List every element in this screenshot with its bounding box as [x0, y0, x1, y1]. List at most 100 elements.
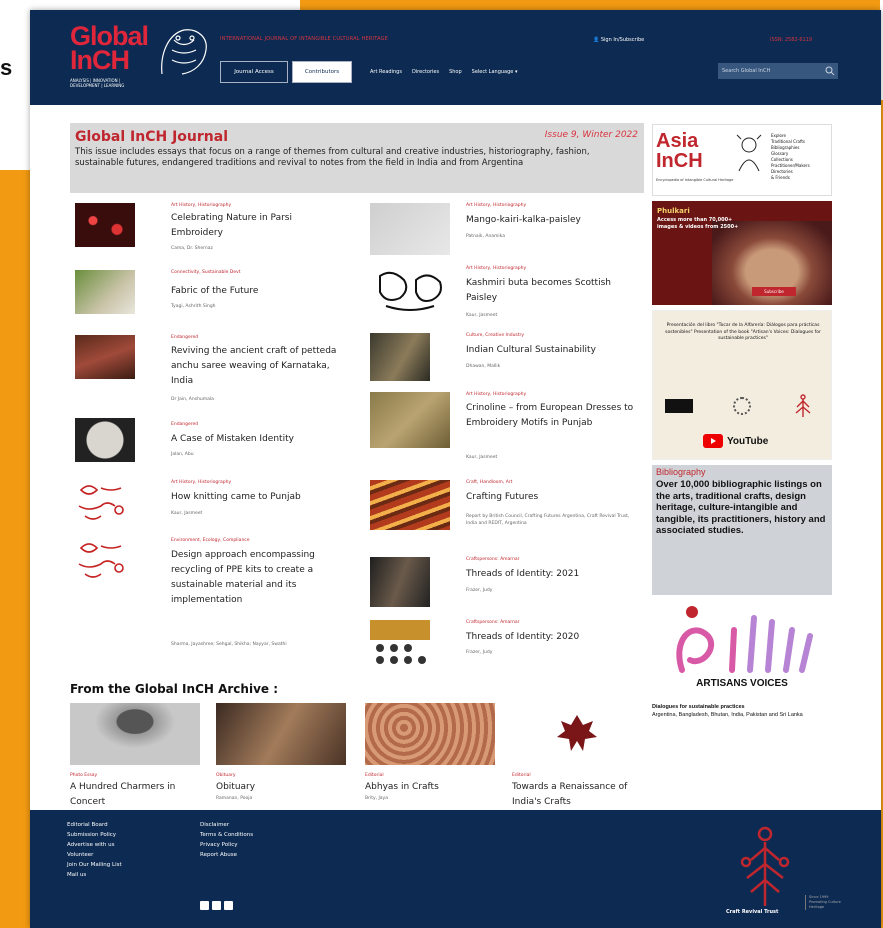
article-thumbnail[interactable]: [370, 620, 430, 668]
article-title[interactable]: Crinoline – from European Dresses to Emb…: [466, 401, 636, 431]
craft-revival-trust-label: Craft Revival Trust: [726, 909, 779, 915]
archive-thumbnail[interactable]: [70, 703, 200, 765]
footer-link[interactable]: Editorial Board: [67, 820, 122, 830]
artisans-voices-ad[interactable]: ARTISANS VOICES Dialogues for sustainabl…: [652, 600, 832, 740]
article-category[interactable]: Environment, Ecology, Compliance: [171, 538, 250, 543]
archive-title[interactable]: A Hundred Charmers in Concert: [70, 780, 200, 810]
issue-label: Issue 9, Winter 2022: [544, 130, 638, 140]
article-category[interactable]: Craft, Handloom, Art: [466, 480, 512, 485]
asiainch-tagline: Encyclopedia of Intangible Cultural Heri…: [656, 178, 734, 182]
logo-line2: InCH: [70, 45, 130, 75]
article-author: Dhawan, Mallik: [466, 364, 501, 369]
twitter-icon[interactable]: [212, 901, 221, 910]
article-title[interactable]: How knitting came to Punjab: [171, 490, 341, 505]
footer-link[interactable]: Submission Policy: [67, 830, 122, 840]
article-thumbnail[interactable]: [75, 335, 135, 379]
article-category[interactable]: Art History, Historiography: [466, 266, 526, 271]
instagram-icon[interactable]: [224, 901, 233, 910]
article-category[interactable]: Culture, Creative Industry: [466, 333, 524, 338]
article-author: Patnaik, Anamika: [466, 234, 505, 239]
subscribe-button[interactable]: Subscribe: [752, 287, 796, 296]
article-category[interactable]: Art History, Historiography: [171, 203, 231, 208]
article-title[interactable]: Indian Cultural Sustainability: [466, 343, 636, 358]
journal-banner: Global InCH Journal Issue 9, Winter 2022…: [70, 123, 644, 193]
footer-link[interactable]: Terms & Conditions: [200, 830, 253, 840]
archive-thumbnail[interactable]: [365, 703, 495, 765]
article-author: Kaur, Jasmeet: [171, 511, 203, 516]
article-thumbnail[interactable]: [370, 392, 450, 448]
journal-title[interactable]: Global InCH Journal: [75, 129, 228, 145]
archive-title[interactable]: Abhyas in Crafts: [365, 780, 495, 795]
article-category[interactable]: Art History, Historiography: [466, 392, 526, 397]
archive-category[interactable]: Obituary: [216, 773, 236, 778]
signin-link[interactable]: 👤 Sign In/Subscribe: [593, 37, 644, 43]
article-category[interactable]: Art History, Historiography: [466, 203, 526, 208]
article-category[interactable]: Endangered: [171, 335, 198, 340]
article-thumbnail[interactable]: [370, 203, 450, 255]
search-icon[interactable]: [825, 66, 835, 76]
journal-access-button[interactable]: Journal Access: [220, 61, 288, 83]
footer-link[interactable]: Privacy Policy: [200, 840, 253, 850]
tiger-logo-icon: [161, 29, 207, 75]
phulkari-ad[interactable]: Phulkari Access more than 70,000+ images…: [652, 201, 832, 305]
site-logo[interactable]: Global InCH: [70, 23, 149, 75]
footer-link[interactable]: Advertise with us: [67, 840, 122, 850]
footer-link[interactable]: Report Abuse: [200, 850, 253, 860]
article-title[interactable]: Design approach encompassing recycling o…: [171, 548, 341, 608]
article-author: Jalan, Abu: [171, 452, 194, 457]
archive-category[interactable]: Editorial: [365, 773, 384, 778]
article-title[interactable]: Kashmiri buta becomes Scottish Paisley: [466, 276, 636, 306]
contributors-button[interactable]: Contributors: [292, 61, 352, 83]
footer-link[interactable]: Disclaimer: [200, 820, 253, 830]
article-title[interactable]: Threads of Identity: 2021: [466, 567, 636, 582]
article-category[interactable]: Craftspersons: Amarnar: [466, 557, 520, 562]
facebook-icon[interactable]: [200, 901, 209, 910]
article-title[interactable]: Mango-kairi-kalka-paisley: [466, 213, 636, 228]
article-title[interactable]: Fabric of the Future: [171, 284, 341, 299]
footer-link[interactable]: Mail us: [67, 870, 122, 880]
social-links: [200, 901, 233, 910]
footer-link[interactable]: Volunteer: [67, 850, 122, 860]
footer-link[interactable]: Join Our Mailing List: [67, 860, 122, 870]
archive-title[interactable]: Obituary: [216, 780, 346, 795]
archive-thumbnail[interactable]: [216, 703, 346, 765]
article-title[interactable]: Crafting Futures: [466, 490, 636, 505]
search-input[interactable]: Search Global InCH: [718, 63, 838, 79]
figure-illustration-icon: [736, 134, 762, 172]
archive-category[interactable]: Photo Essay: [70, 773, 97, 778]
archive-thumbnail[interactable]: [512, 703, 642, 765]
nav-shop[interactable]: Shop: [449, 69, 462, 75]
logo-subtitle: ANALYSIS | INNOVATION | DEVELOPMENT | LE…: [70, 78, 125, 88]
asiainch-banner[interactable]: Asia InCH Encyclopedia of Intangible Cul…: [652, 124, 832, 196]
article-category[interactable]: Endangered: [171, 422, 198, 427]
youtube-link[interactable]: YouTube: [703, 433, 783, 449]
article-thumbnail[interactable]: [75, 538, 135, 582]
article-title[interactable]: A Case of Mistaken Identity: [171, 432, 341, 447]
article-thumbnail[interactable]: [370, 266, 450, 318]
nav-select-language[interactable]: Select Language ▾: [472, 69, 518, 75]
nav-directories[interactable]: Directories: [412, 69, 439, 75]
article-title[interactable]: Celebrating Nature in Parsi Embroidery: [171, 211, 341, 241]
article-thumbnail[interactable]: [75, 270, 135, 314]
article-thumbnail[interactable]: [370, 333, 430, 381]
article-thumbnail[interactable]: [75, 418, 135, 462]
article-category[interactable]: Art History, Historiography: [171, 480, 231, 485]
artisans-voices-countries: Argentina, Bangladesh, Bhutan, India, Pa…: [652, 712, 803, 718]
article-category[interactable]: Connectivity, Sustainable Devt: [171, 270, 240, 275]
article-thumbnail[interactable]: [75, 480, 135, 524]
article-thumbnail[interactable]: [370, 480, 450, 530]
article-author: Kaur, Jasmeet: [466, 455, 498, 460]
article-title[interactable]: Reviving the ancient craft of petteda an…: [171, 344, 341, 389]
bibliography-box[interactable]: Bibliography Over 10,000 bibliographic l…: [652, 465, 832, 595]
asia-list-item: & Friends: [771, 175, 790, 180]
article-thumbnail[interactable]: [370, 557, 430, 607]
article-author: Cama, Dr. Shernaz: [171, 246, 213, 251]
article-thumbnail[interactable]: [75, 203, 135, 247]
article-title[interactable]: Threads of Identity: 2020: [466, 630, 636, 645]
article-category[interactable]: Craftspersons: Amarnar: [466, 620, 520, 625]
craft-revival-trust-logo[interactable]: [730, 822, 800, 912]
book-presentation-ad[interactable]: Presentación del libro "Tocar de la Alfa…: [652, 310, 832, 460]
archive-title[interactable]: Towards a Renaissance of India's Crafts: [512, 780, 642, 810]
archive-category[interactable]: Editorial: [512, 773, 531, 778]
nav-art-readings[interactable]: Art Readings: [370, 69, 402, 75]
